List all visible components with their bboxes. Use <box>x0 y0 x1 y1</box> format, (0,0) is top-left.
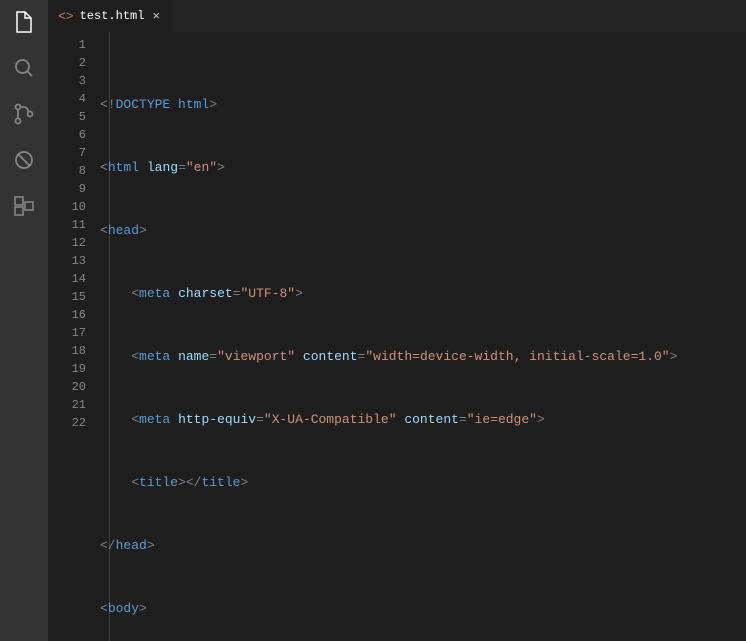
html-file-icon: <> <box>58 9 74 24</box>
debug-icon[interactable] <box>10 146 38 174</box>
code-editor[interactable]: 12345678910111213141516171819202122 <!DO… <box>48 32 746 641</box>
tab-label: test.html <box>80 9 145 23</box>
code-line[interactable]: <title></title> <box>100 474 746 492</box>
code-line[interactable]: <html lang="en"> <box>100 159 746 177</box>
editor-group: <> test.html × 1234567891011121314151617… <box>48 0 746 641</box>
tab-bar: <> test.html × <box>48 0 746 32</box>
code-line[interactable]: <meta charset="UTF-8"> <box>100 285 746 303</box>
line-number-gutter: 12345678910111213141516171819202122 <box>48 32 100 641</box>
tab-test-html[interactable]: <> test.html × <box>48 0 173 32</box>
app-root: <> test.html × 1234567891011121314151617… <box>0 0 746 641</box>
activity-bar <box>0 0 48 641</box>
code-line[interactable]: <body> <box>100 600 746 618</box>
extensions-icon[interactable] <box>10 192 38 220</box>
search-icon[interactable] <box>10 54 38 82</box>
code-line[interactable]: <head> <box>100 222 746 240</box>
code-line[interactable]: </head> <box>100 537 746 555</box>
source-control-icon[interactable] <box>10 100 38 128</box>
code-area[interactable]: <!DOCTYPE html> <html lang="en"> <head> … <box>100 32 746 641</box>
code-line[interactable]: <!DOCTYPE html> <box>100 96 746 114</box>
explorer-icon[interactable] <box>10 8 38 36</box>
close-icon[interactable]: × <box>150 9 162 24</box>
code-line[interactable]: <meta name="viewport" content="width=dev… <box>100 348 746 366</box>
code-line[interactable]: <meta http-equiv="X-UA-Compatible" conte… <box>100 411 746 429</box>
